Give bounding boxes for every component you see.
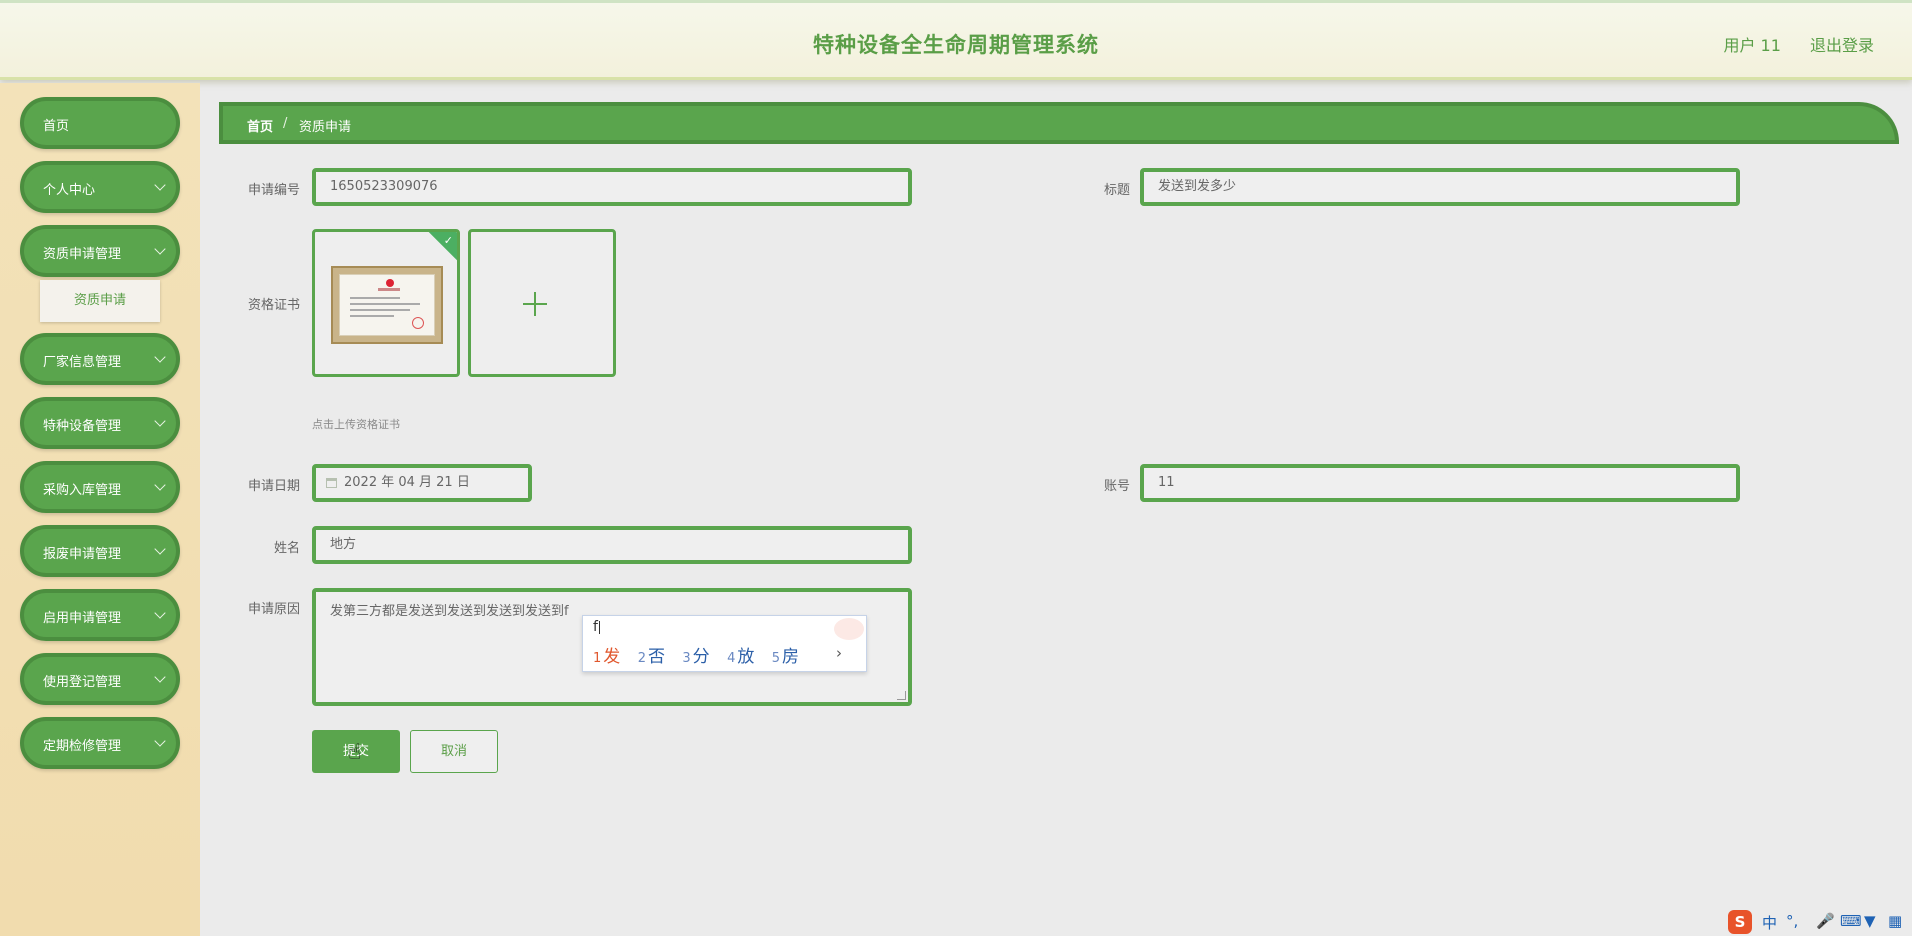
- calendar-icon: [326, 478, 337, 488]
- toolbox-icon[interactable]: ▦: [1888, 912, 1902, 930]
- sidebar-item-usage-registration[interactable]: 使用登记管理: [20, 653, 180, 705]
- date-value: 2022 年 04 月 21 日: [344, 475, 470, 490]
- sidebar-subitem-qualification-apply[interactable]: 资质申请: [40, 280, 160, 322]
- chevron-down-icon: [154, 351, 166, 363]
- title-field[interactable]: 发送到发多少: [1140, 168, 1740, 206]
- cancel-button[interactable]: 取消: [410, 730, 498, 773]
- ime-candidate[interactable]: 5房: [772, 642, 799, 667]
- sidebar-item-enable-apply[interactable]: 启用申请管理: [20, 589, 180, 641]
- sidebar-item-label: 使用登记管理: [43, 675, 122, 690]
- sidebar-item-label: 特种设备管理: [43, 419, 122, 434]
- sidebar-item-purchase-inbound[interactable]: 采购入库管理: [20, 461, 180, 513]
- current-user[interactable]: 用户 11: [1723, 36, 1780, 55]
- sidebar-item-scrap-apply[interactable]: 报废申请管理: [20, 525, 180, 577]
- ime-candidate[interactable]: 2否: [638, 642, 665, 667]
- ime-candidate[interactable]: 3分: [682, 642, 709, 667]
- chevron-down-icon: [154, 671, 166, 683]
- ime-next-page-icon[interactable]: ›: [836, 644, 842, 662]
- punctuation-toggle[interactable]: °,: [1786, 912, 1798, 930]
- header-user-area: 用户 11 退出登录: [1699, 32, 1874, 56]
- ime-candidate[interactable]: 1发: [593, 642, 620, 667]
- name-label: 姓名: [273, 541, 300, 556]
- chevron-down-icon: [154, 243, 166, 255]
- ime-toolbar: S 中 °, 🎤 ⌨ ▼ ▦: [1728, 908, 1912, 936]
- sidebar-item-label: 资质申请管理: [43, 247, 122, 262]
- cert-label: 资格证书: [247, 298, 300, 313]
- app-no-label: 申请编号: [247, 183, 300, 198]
- date-label: 申请日期: [247, 479, 300, 494]
- sidebar: 首页 个人中心 资质申请管理 资质申请 厂家信息管理 特种设备管理 采购入库管理…: [0, 83, 200, 936]
- chevron-down-icon: [154, 179, 166, 191]
- reason-label: 申请原因: [247, 602, 300, 617]
- app-no-field[interactable]: 1650523309076: [312, 168, 912, 206]
- account-label: 账号: [1103, 479, 1130, 494]
- chevron-down-icon: [154, 479, 166, 491]
- sidebar-item-label: 个人中心: [43, 183, 96, 198]
- microphone-icon[interactable]: 🎤: [1816, 912, 1835, 930]
- top-header: 特种设备全生命周期管理系统 用户 11 退出登录: [0, 0, 1912, 80]
- sidebar-item-label: 厂家信息管理: [43, 355, 122, 370]
- sidebar-item-label: 首页: [43, 119, 70, 134]
- ime-composition: f: [593, 619, 600, 635]
- chevron-down-icon: [154, 607, 166, 619]
- resize-handle[interactable]: [897, 691, 906, 700]
- sidebar-item-label: 启用申请管理: [43, 611, 122, 626]
- check-icon: ✓: [443, 234, 453, 247]
- sidebar-item-personal-center[interactable]: 个人中心: [20, 161, 180, 213]
- sidebar-item-qualification-management[interactable]: 资质申请管理: [20, 225, 180, 277]
- ime-mode-indicator[interactable]: 中: [1762, 912, 1777, 933]
- cert-image: [331, 266, 443, 344]
- title-label: 标题: [1103, 183, 1130, 198]
- logout-link[interactable]: 退出登录: [1810, 36, 1874, 55]
- keyboard-icon[interactable]: ⌨: [1840, 912, 1862, 930]
- sidebar-item-special-equipment[interactable]: 特种设备管理: [20, 397, 180, 449]
- breadcrumb-home[interactable]: 首页: [247, 116, 273, 135]
- name-field[interactable]: 地方: [312, 526, 912, 564]
- sidebar-item-label: 定期检修管理: [43, 739, 122, 754]
- breadcrumb: 首页 / 资质申请: [219, 102, 1899, 144]
- ime-candidate-popup: f 1发 2否 3分 4放 5房 ›: [582, 615, 867, 672]
- ime-candidates: 1发 2否 3分 4放 5房: [593, 642, 811, 667]
- sidebar-item-manufacturer[interactable]: 厂家信息管理: [20, 333, 180, 385]
- breadcrumb-current: 资质申请: [299, 120, 352, 135]
- sidebar-item-home[interactable]: 首页: [20, 97, 180, 149]
- sidebar-item-label: 报废申请管理: [43, 547, 122, 562]
- hand-cursor-icon: ☝: [348, 740, 362, 765]
- breadcrumb-separator: /: [283, 116, 288, 131]
- sidebar-item-periodic-maintenance[interactable]: 定期检修管理: [20, 717, 180, 769]
- account-field[interactable]: 11: [1140, 464, 1740, 502]
- app-title: 特种设备全生命周期管理系统: [813, 33, 1099, 57]
- cert-upload-hint: 点击上传资格证书: [312, 418, 400, 431]
- cert-thumbnail[interactable]: ✓: [312, 229, 460, 377]
- chevron-down-icon: [154, 415, 166, 427]
- reason-text: 发第三方都是发送到发送到发送到发送到f: [330, 604, 569, 619]
- ime-candidate[interactable]: 4放: [727, 642, 754, 667]
- sogou-logo-icon[interactable]: S: [1728, 910, 1752, 934]
- skin-icon[interactable]: ▼: [1864, 912, 1876, 930]
- chevron-down-icon: [154, 543, 166, 555]
- sidebar-item-label: 采购入库管理: [43, 483, 122, 498]
- ime-logo-icon: [834, 618, 864, 640]
- upload-add-button[interactable]: [468, 229, 616, 377]
- date-picker[interactable]: 2022 年 04 月 21 日: [312, 464, 532, 502]
- chevron-down-icon: [154, 735, 166, 747]
